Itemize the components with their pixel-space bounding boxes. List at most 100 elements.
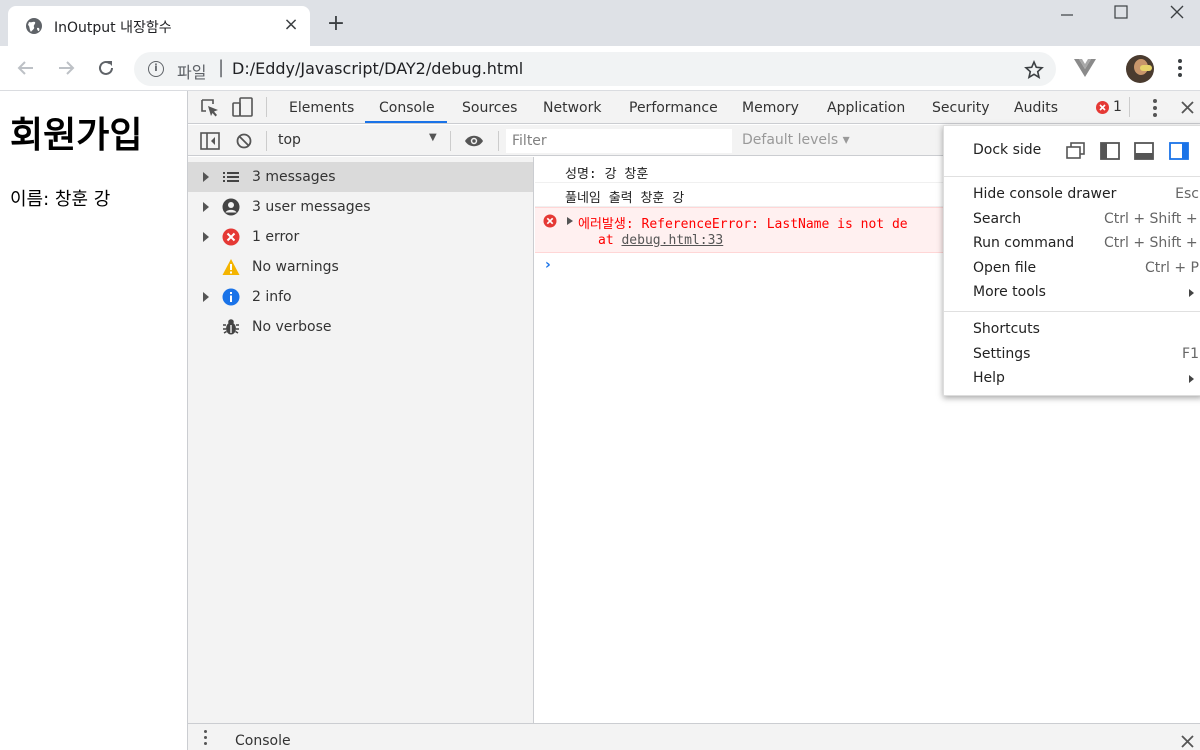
chevron-down-icon[interactable]: ▼ (429, 132, 437, 143)
page-title: 회원가입 (10, 115, 143, 156)
browser-toolbar: i 파일 | D:/Eddy/Javascript/DAY2/debug.htm… (0, 46, 1200, 91)
tab-sources[interactable]: Sources (462, 100, 517, 116)
sidebar-item-info[interactable]: 2 info (188, 282, 533, 312)
tab-console[interactable]: Console (379, 100, 435, 116)
dock-bottom-icon[interactable] (1134, 142, 1154, 160)
stack-prefix: at (598, 233, 622, 248)
url-scheme: 파일 (177, 63, 207, 82)
tab-elements[interactable]: Elements (289, 100, 354, 116)
device-toolbar-icon[interactable] (232, 97, 254, 117)
submenu-arrow-icon (1189, 289, 1194, 297)
dock-right-icon[interactable] (1169, 142, 1189, 160)
tab-memory[interactable]: Memory (742, 100, 799, 116)
menu-item-open-file[interactable]: Open file Ctrl + P (944, 257, 1200, 281)
menu-item-hide-console-drawer[interactable]: Hide console drawer Esc (944, 183, 1200, 207)
window-close-icon[interactable] (1154, 0, 1200, 26)
error-count-icon[interactable] (1096, 101, 1109, 114)
forward-arrow-icon[interactable] (52, 54, 80, 82)
minimize-icon[interactable] (1044, 0, 1090, 26)
console-prompt[interactable]: › (545, 257, 551, 273)
submenu-arrow-icon (1189, 375, 1194, 383)
address-bar[interactable]: i 파일 | D:/Eddy/Javascript/DAY2/debug.htm… (134, 52, 1056, 86)
name-output: 이름: 창훈 강 (10, 189, 111, 210)
info-icon[interactable]: i (148, 61, 164, 77)
reload-icon[interactable] (92, 54, 120, 82)
log-message[interactable]: 풀네임 출력 창훈 강 (565, 187, 684, 206)
bug-icon (223, 319, 239, 335)
console-drawer: Console (188, 723, 1200, 750)
close-tab-icon[interactable]: × (280, 14, 302, 36)
menu-divider (944, 176, 1200, 177)
drawer-tab-console[interactable]: Console (235, 733, 291, 749)
menu-item-label: More tools (973, 284, 1046, 300)
menu-item-search[interactable]: Search Ctrl + Shift + F (944, 208, 1200, 232)
menu-item-settings[interactable]: Settings F1 (944, 343, 1200, 367)
undock-icon[interactable] (1066, 142, 1086, 160)
browser-menu-icon[interactable] (1178, 59, 1182, 79)
menu-item-more-tools[interactable]: More tools (944, 281, 1200, 305)
live-expression-eye-icon[interactable] (464, 134, 484, 148)
drawer-menu-icon[interactable] (204, 730, 208, 745)
menu-shortcut: Ctrl + Shift + F (1104, 211, 1200, 227)
sidebar-item-errors[interactable]: 1 error (188, 222, 533, 252)
browser-tab[interactable]: InOutput 내장함수 × (8, 6, 310, 46)
menu-item-run-command[interactable]: Run command Ctrl + Shift + P (944, 232, 1200, 256)
tab-performance[interactable]: Performance (629, 100, 718, 116)
error-stack-line: at debug.html:33 (598, 233, 723, 248)
inspect-element-icon[interactable] (200, 98, 220, 118)
new-tab-button[interactable]: + (324, 12, 348, 36)
vue-devtools-icon[interactable] (1073, 58, 1097, 78)
context-select[interactable]: top (278, 132, 440, 148)
sidebar-item-verbose[interactable]: No verbose (188, 312, 533, 342)
expand-arrow-icon[interactable] (203, 202, 209, 212)
url-text[interactable]: D:/Eddy/Javascript/DAY2/debug.html (232, 59, 523, 78)
sidebar-item-user-messages[interactable]: 3 user messages (188, 192, 533, 222)
expand-arrow-icon[interactable] (203, 172, 209, 182)
tab-security[interactable]: Security (932, 100, 990, 116)
tab-audits[interactable]: Audits (1014, 100, 1058, 116)
user-icon (222, 198, 240, 216)
divider (266, 131, 267, 151)
menu-item-label: Search (973, 211, 1022, 227)
error-message[interactable]: 에러발생: ReferenceError: LastName is not de (578, 213, 908, 232)
sidebar-toggle-icon[interactable] (200, 132, 220, 150)
menu-item-label: Settings (973, 346, 1031, 362)
source-link[interactable]: debug.html:33 (621, 233, 723, 248)
devtools-customize-menu: Dock side Hide console drawer Esc Search… (943, 125, 1200, 396)
list-icon (223, 172, 239, 182)
tab-application[interactable]: Application (827, 100, 905, 116)
tab-title: InOutput 내장함수 (54, 20, 172, 36)
sidebar-item-messages[interactable]: 3 messages (188, 162, 533, 192)
menu-item-label: Run command (973, 235, 1075, 251)
log-message[interactable]: 성명: 강 창훈 (565, 163, 648, 182)
back-arrow-icon[interactable] (12, 54, 40, 82)
close-drawer-icon[interactable] (1181, 735, 1194, 748)
star-icon[interactable] (1024, 60, 1044, 80)
console-sidebar: 3 messages 3 user messages 1 error No wa… (188, 157, 534, 723)
menu-shortcut: Ctrl + P (1145, 260, 1199, 276)
dock-side-label: Dock side (973, 142, 1042, 158)
sidebar-item-label: 1 error (252, 229, 300, 245)
sidebar-item-label: No verbose (252, 319, 332, 335)
menu-divider (944, 311, 1200, 312)
sidebar-item-warnings[interactable]: No warnings (188, 252, 533, 282)
error-count[interactable]: 1 (1113, 99, 1122, 115)
maximize-icon[interactable] (1098, 0, 1144, 26)
expand-arrow-icon[interactable] (203, 232, 209, 242)
expand-arrow-icon[interactable] (567, 217, 573, 225)
devtools-menu-icon[interactable] (1153, 99, 1157, 117)
sidebar-item-label: 3 messages (252, 169, 336, 185)
menu-item-shortcuts[interactable]: Shortcuts (944, 318, 1200, 342)
expand-arrow-icon[interactable] (203, 292, 209, 302)
tab-network[interactable]: Network (543, 100, 601, 116)
menu-item-help[interactable]: Help (944, 367, 1200, 391)
close-devtools-icon[interactable] (1181, 101, 1194, 114)
devtools-tabbar: Elements Console Sources Network Perform… (188, 91, 1200, 124)
filter-input[interactable] (506, 129, 732, 153)
dock-left-icon[interactable] (1100, 142, 1120, 160)
avatar[interactable] (1126, 55, 1154, 83)
clear-console-icon[interactable] (236, 133, 252, 149)
sidebar-item-label: No warnings (252, 259, 339, 275)
active-tab-indicator (365, 121, 447, 123)
log-levels-dropdown[interactable]: Default levels ▾ (742, 132, 850, 148)
